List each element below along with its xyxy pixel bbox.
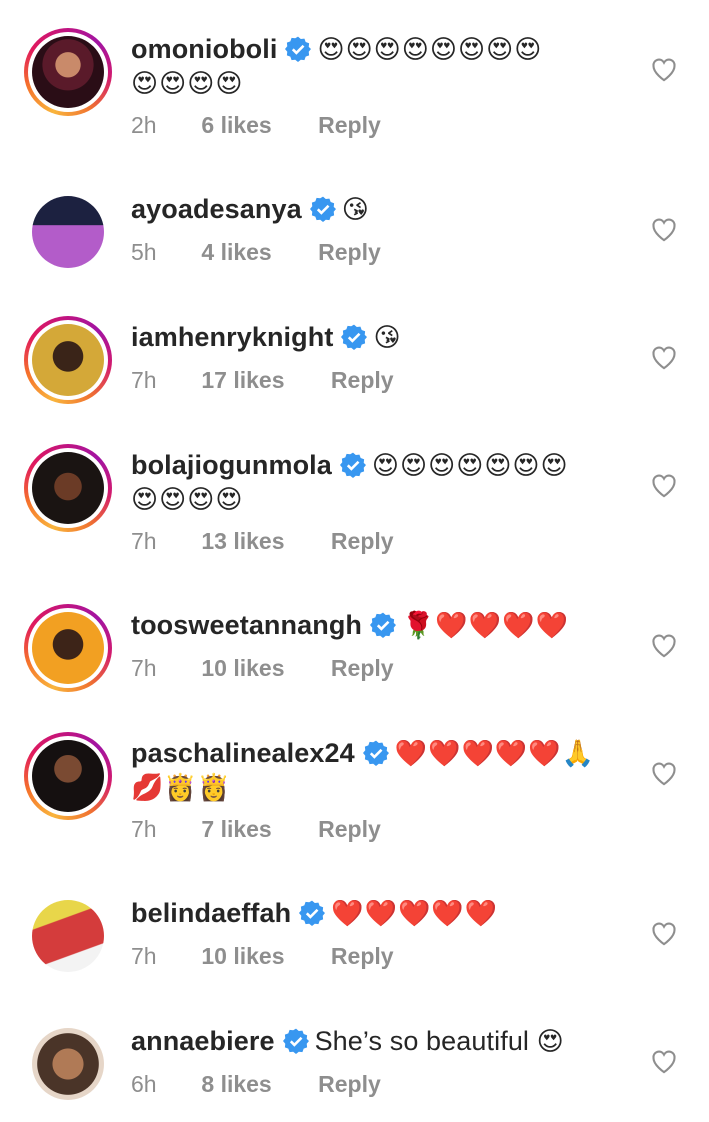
likes-count[interactable]: 8 likes <box>201 1071 271 1098</box>
likes-count[interactable]: 10 likes <box>201 943 284 970</box>
story-ring[interactable] <box>24 444 112 532</box>
like-heart-icon[interactable] <box>650 344 678 370</box>
comment-emoji: 😘 <box>341 194 370 224</box>
comment-time: 5h <box>131 239 157 265</box>
verified-badge-icon <box>309 196 336 222</box>
story-ring[interactable] <box>24 732 112 820</box>
comment-emoji: 😍 <box>536 1026 565 1056</box>
likes-count[interactable]: 7 likes <box>201 816 271 843</box>
comment-time: 7h <box>131 816 157 842</box>
comment-time: 6h <box>131 1071 157 1097</box>
like-heart-icon[interactable] <box>650 472 678 498</box>
avatar[interactable] <box>32 452 104 524</box>
comment-time: 7h <box>131 528 157 554</box>
story-ring[interactable] <box>24 316 112 404</box>
likes-count[interactable]: 10 likes <box>201 655 284 682</box>
username[interactable]: belindaeffah <box>131 898 291 928</box>
like-heart-icon[interactable] <box>650 1048 678 1074</box>
likes-count[interactable]: 4 likes <box>201 239 271 266</box>
verified-badge-icon <box>362 740 389 766</box>
likes-count[interactable]: 17 likes <box>201 367 284 394</box>
avatar-wrap[interactable] <box>24 1020 112 1108</box>
comment-emoji: 😍😍😍😍 <box>131 68 244 98</box>
username[interactable]: bolajiogunmola <box>131 450 332 480</box>
likes-count[interactable]: 6 likes <box>201 112 271 139</box>
like-heart-icon[interactable] <box>650 632 678 658</box>
comment-emoji: ❤️❤️❤️❤️❤️ <box>331 898 499 928</box>
likes-count[interactable]: 13 likes <box>201 528 284 555</box>
reply-button[interactable]: Reply <box>331 528 394 555</box>
reply-button[interactable]: Reply <box>331 367 394 394</box>
comment-emoji: 😍😍😍😍 <box>131 484 244 514</box>
verified-badge-icon <box>341 324 368 350</box>
comment-time: 7h <box>131 943 157 969</box>
avatar[interactable] <box>32 900 104 972</box>
comment-time: 7h <box>131 655 157 681</box>
avatar[interactable] <box>32 1028 104 1100</box>
reply-button[interactable]: Reply <box>318 816 381 843</box>
comment-emoji: 😘 <box>373 322 402 352</box>
like-heart-icon[interactable] <box>650 216 678 242</box>
verified-badge-icon <box>370 612 397 638</box>
like-heart-icon[interactable] <box>650 56 678 82</box>
avatar-wrap[interactable] <box>24 188 112 276</box>
verified-badge-icon <box>282 1028 309 1054</box>
verified-badge-icon <box>285 36 312 62</box>
username[interactable]: omonioboli <box>131 34 277 64</box>
verified-badge-icon <box>299 900 326 926</box>
reply-button[interactable]: Reply <box>331 943 394 970</box>
avatar[interactable] <box>32 36 104 108</box>
comment-emoji: 😍😍😍😍😍😍😍😍 <box>317 34 543 64</box>
avatar-wrap[interactable] <box>24 892 112 980</box>
username[interactable]: annaebiere <box>131 1026 275 1056</box>
username[interactable]: iamhenryknight <box>131 322 333 352</box>
avatar[interactable] <box>32 324 104 396</box>
reply-button[interactable]: Reply <box>318 1071 381 1098</box>
story-ring[interactable] <box>24 28 112 116</box>
like-heart-icon[interactable] <box>650 920 678 946</box>
comment-time: 7h <box>131 367 157 393</box>
comment-time: 2h <box>131 112 157 138</box>
avatar[interactable] <box>32 612 104 684</box>
story-ring[interactable] <box>24 604 112 692</box>
username[interactable]: ayoadesanya <box>131 194 302 224</box>
comment-emoji: ❤️❤️❤️❤️❤️🙏 <box>394 738 595 768</box>
comment-emoji: 💋👸👸 <box>131 772 232 802</box>
comment-text: She’s so beautiful <box>314 1026 530 1056</box>
avatar[interactable] <box>32 196 104 268</box>
like-heart-icon[interactable] <box>650 760 678 786</box>
comment-emoji: 🌹❤️❤️❤️❤️ <box>402 610 569 640</box>
username[interactable]: toosweetannangh <box>131 610 362 640</box>
reply-button[interactable]: Reply <box>318 112 381 139</box>
comment-emoji: 😍😍😍😍😍😍😍 <box>371 450 569 480</box>
avatar[interactable] <box>32 740 104 812</box>
reply-button[interactable]: Reply <box>331 655 394 682</box>
username[interactable]: paschalinealex24 <box>131 738 355 768</box>
reply-button[interactable]: Reply <box>318 239 381 266</box>
verified-badge-icon <box>339 452 366 478</box>
